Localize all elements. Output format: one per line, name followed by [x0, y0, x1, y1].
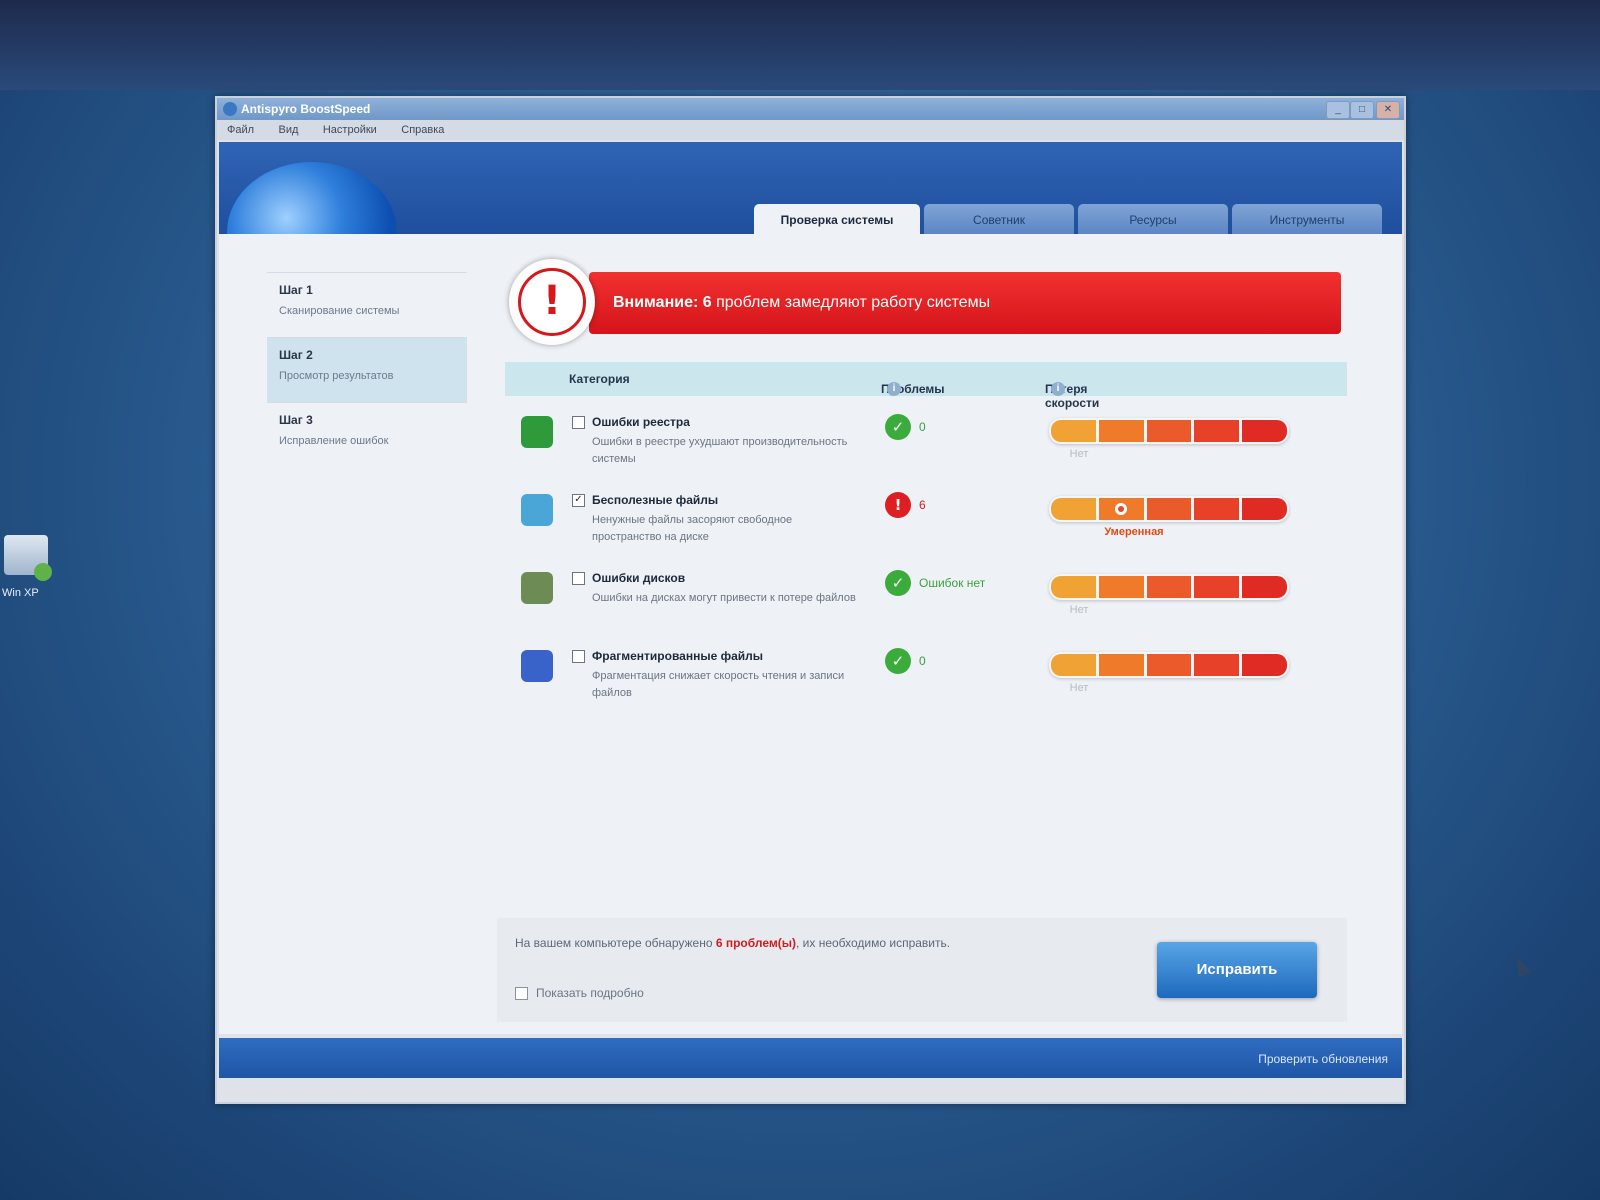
- disk-icon: [521, 572, 553, 604]
- table-header: Категория Проблемы i Потеря скорости i: [505, 362, 1347, 410]
- menu-file[interactable]: Файл: [227, 124, 254, 136]
- desktop-computer-icon[interactable]: Win XP: [0, 535, 70, 599]
- table-row: Фрагментированные файлы Фрагментация сни…: [505, 646, 1347, 720]
- step-desc: Сканирование системы: [279, 305, 400, 317]
- row-desc: Ошибки на дисках могут привести к потере…: [592, 592, 856, 604]
- speed-loss-bar: [1049, 574, 1289, 600]
- step-desc: Исправление ошибок: [279, 435, 389, 447]
- row-desc: Фрагментация снижает скорость чтения и з…: [592, 670, 845, 699]
- ok-check-icon: ✓: [885, 648, 911, 674]
- row-title: Фрагментированные файлы: [592, 649, 764, 663]
- row-title: Ошибки реестра: [592, 415, 690, 429]
- summary-prefix: На вашем компьютере обнаружено: [515, 936, 716, 950]
- speed-loss-bar: [1049, 652, 1289, 678]
- status-bar: Проверить обновления: [219, 1038, 1402, 1078]
- menu-settings[interactable]: Настройки: [323, 124, 377, 136]
- speed-loss-label: Нет: [1069, 682, 1089, 694]
- table-row: ✓ Бесполезные файлы Ненужные файлы засор…: [505, 490, 1347, 564]
- alert-banner: Внимание: 6 проблем замедляют работу сис…: [589, 272, 1341, 334]
- tab-system-check[interactable]: Проверка системы: [754, 204, 920, 234]
- steps-sidebar: Шаг 1 Сканирование системы Шаг 2 Просмот…: [267, 272, 467, 467]
- maximize-button[interactable]: □: [1350, 101, 1374, 119]
- speed-loss-bar: [1049, 496, 1289, 522]
- alert-text: проблем замедляют работу системы: [711, 294, 991, 311]
- row-title: Ошибки дисков: [592, 571, 686, 585]
- junk-files-icon: [521, 494, 553, 526]
- summary-text: На вашем компьютере обнаружено 6 проблем…: [515, 936, 950, 950]
- menu-bar: Файл Вид Настройки Справка: [217, 120, 1404, 140]
- summary-suffix: , их необходимо исправить.: [795, 936, 951, 950]
- step-1[interactable]: Шаг 1 Сканирование системы: [267, 272, 467, 337]
- minimize-button[interactable]: _: [1326, 101, 1350, 119]
- problem-count: 6: [919, 498, 926, 512]
- speed-level-marker: [1115, 503, 1128, 515]
- globe-logo-icon: [227, 162, 397, 234]
- step-desc: Просмотр результатов: [279, 370, 394, 382]
- problem-count: Ошибок нет: [919, 576, 986, 590]
- tab-resources[interactable]: Ресурсы: [1078, 204, 1228, 234]
- table-row: Ошибки реестра Ошибки в реестре ухудшают…: [505, 412, 1347, 486]
- fix-button[interactable]: Исправить: [1157, 942, 1317, 998]
- title-bar[interactable]: Antispyro BoostSpeed _ □ ✕: [217, 98, 1404, 120]
- error-alert-icon: !: [885, 492, 911, 518]
- desktop-icon-label: Win XP: [2, 587, 39, 599]
- header-banner: Проверка системы Советник Ресурсы Инстру…: [219, 142, 1402, 234]
- warning-icon: !: [509, 259, 595, 345]
- step-title: Шаг 2: [279, 348, 313, 362]
- row-desc: Ненужные файлы засоряют свободное простр…: [592, 514, 793, 543]
- col-category: Категория: [569, 372, 630, 386]
- table-row: Ошибки дисков Ошибки на дисках могут при…: [505, 568, 1347, 642]
- alert-message: Внимание: 6 проблем замедляют работу сис…: [613, 294, 990, 312]
- row-checkbox[interactable]: [572, 650, 585, 663]
- defrag-icon: [521, 650, 553, 682]
- step-3[interactable]: Шаг 3 Исправление ошибок: [267, 402, 467, 467]
- info-icon[interactable]: i: [887, 382, 901, 396]
- alert-count: Внимание: 6: [613, 294, 712, 311]
- ok-check-icon: ✓: [885, 570, 911, 596]
- tab-tools[interactable]: Инструменты: [1232, 204, 1382, 234]
- show-details-checkbox[interactable]: [515, 987, 528, 1001]
- menu-help[interactable]: Справка: [401, 124, 444, 136]
- step-title: Шаг 3: [279, 413, 313, 427]
- desktop-top-area: [0, 0, 1600, 90]
- info-icon[interactable]: i: [1051, 382, 1065, 396]
- show-details-label: Показать подробно: [536, 986, 644, 1000]
- menu-view[interactable]: Вид: [279, 124, 299, 136]
- speed-loss-label: Нет: [1069, 448, 1089, 460]
- problem-count: 0: [919, 654, 926, 668]
- tab-advisor[interactable]: Советник: [924, 204, 1074, 234]
- exclamation-mark: !: [542, 278, 562, 324]
- app-window: Antispyro BoostSpeed _ □ ✕ Файл Вид Наст…: [215, 96, 1532, 1104]
- window-title: Antispyro BoostSpeed: [241, 102, 371, 116]
- computer-icon: [4, 535, 52, 581]
- row-checkbox[interactable]: [572, 416, 585, 429]
- ok-check-icon: ✓: [885, 414, 911, 440]
- speed-loss-label: Нет: [1069, 604, 1089, 616]
- step-title: Шаг 1: [279, 283, 313, 297]
- speed-loss-label: Умеренная: [1104, 526, 1164, 538]
- registry-icon: [521, 416, 553, 448]
- show-details-toggle[interactable]: Показать подробно: [515, 986, 644, 1001]
- main-content: Шаг 1 Сканирование системы Шаг 2 Просмот…: [219, 234, 1532, 1034]
- summary-panel: На вашем компьютере обнаружено 6 проблем…: [497, 918, 1347, 1022]
- speed-loss-bar: [1049, 418, 1289, 444]
- summary-count: 6 проблем(ы): [715, 936, 796, 950]
- row-desc: Ошибки в реестре ухудшают производительн…: [592, 436, 848, 465]
- row-checkbox[interactable]: [572, 572, 585, 585]
- row-title: Бесполезные файлы: [592, 493, 719, 507]
- row-checkbox[interactable]: ✓: [572, 494, 585, 507]
- check-updates-link[interactable]: Проверить обновления: [1258, 1052, 1388, 1066]
- main-tabs: Проверка системы Советник Ресурсы Инстру…: [754, 204, 1382, 234]
- problem-count: 0: [919, 420, 926, 434]
- mouse-cursor-icon: [1510, 953, 1532, 979]
- app-icon: [223, 102, 237, 116]
- step-2[interactable]: Шаг 2 Просмотр результатов: [267, 337, 467, 402]
- close-button[interactable]: ✕: [1376, 101, 1400, 119]
